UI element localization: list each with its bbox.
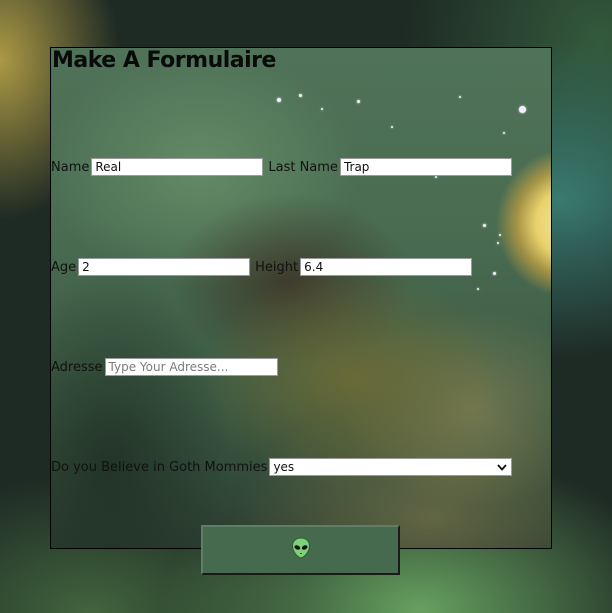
address-label: Adresse xyxy=(51,359,103,375)
page-title: Make A Formulaire xyxy=(52,48,276,73)
star-decoration xyxy=(483,224,486,227)
height-input[interactable]: 6.4 xyxy=(300,258,473,276)
goth-label: Do you Believe in Goth Mommies xyxy=(51,459,268,475)
star-decoration xyxy=(519,106,526,113)
goth-row: Do you Believe in Goth Mommies yes xyxy=(51,458,513,476)
star-decoration xyxy=(391,126,393,128)
star-decoration xyxy=(357,100,360,103)
star-decoration xyxy=(499,234,501,236)
age-label: Age xyxy=(51,259,77,275)
star-decoration xyxy=(299,94,302,97)
address-input[interactable]: Type Your Adresse... xyxy=(104,358,278,376)
star-decoration xyxy=(503,132,505,134)
star-decoration xyxy=(493,272,496,275)
submit-button[interactable] xyxy=(201,525,400,575)
goth-select[interactable]: yes xyxy=(269,458,513,476)
star-decoration xyxy=(277,98,281,102)
name-row: Name Real Last Name Trap xyxy=(51,158,512,176)
age-input[interactable]: 2 xyxy=(78,258,251,276)
last-name-label: Last Name xyxy=(268,159,338,175)
chevron-down-icon xyxy=(495,461,509,473)
star-decoration xyxy=(477,288,479,290)
age-row: Age 2 Height 6.4 xyxy=(51,258,473,276)
star-decoration xyxy=(459,96,461,98)
height-label: Height xyxy=(255,259,299,275)
star-decoration xyxy=(435,176,437,178)
name-label: Name xyxy=(51,159,90,175)
star-decoration xyxy=(321,108,323,110)
goth-select-value: yes xyxy=(273,460,295,474)
form-card: Make A Formulaire Name Real Last Name Tr… xyxy=(50,47,552,549)
address-row: Adresse Type Your Adresse... xyxy=(51,358,278,376)
alien-icon xyxy=(291,537,311,563)
name-input[interactable]: Real xyxy=(91,158,264,176)
last-name-input[interactable]: Trap xyxy=(339,158,512,176)
star-decoration xyxy=(497,242,499,244)
